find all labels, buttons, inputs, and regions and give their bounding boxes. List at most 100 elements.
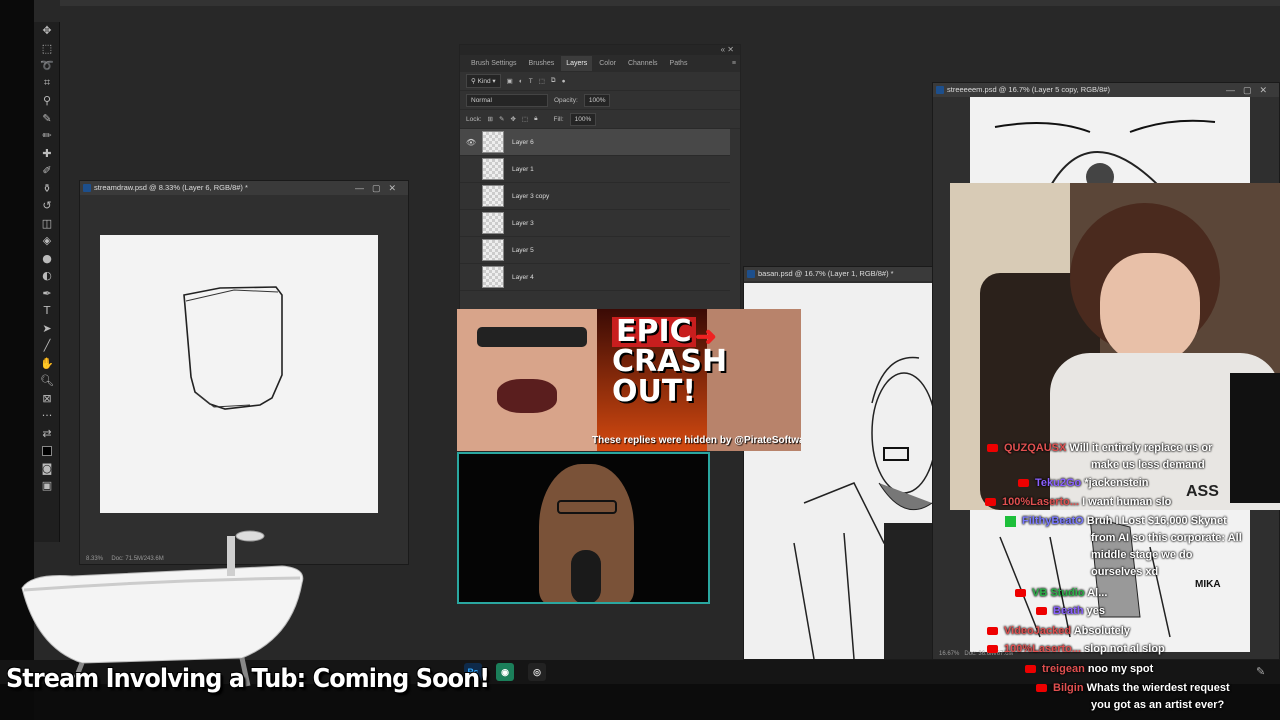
window-controls[interactable]: —▢✕ [1226,83,1275,97]
path-select-icon[interactable]: ➤ [34,320,60,338]
layer-row[interactable]: Layer 4 [460,264,730,291]
filter-smart-icon[interactable]: ⧉ [551,77,556,85]
stamp-tool-icon[interactable]: ⚱ [34,180,60,198]
panel-menu-icon[interactable]: ≡ [727,60,740,67]
blend-row: Normal Opacity: 100% [460,91,740,110]
doc-titlebar[interactable]: streeeeem.psd @ 16.7% (Layer 5 copy, RGB… [933,83,1279,97]
chat-user: Teku2Go [1035,477,1082,489]
tab-brush-settings[interactable]: Brush Settings [466,60,522,67]
chat-text: middle stage we do [1091,549,1193,561]
chat-user: treigean [1042,663,1085,675]
face-shape [1100,253,1200,363]
eraser-tool-icon[interactable]: ◫ [34,215,60,233]
screen-mode-icon[interactable]: ▣ [34,477,60,495]
doc-titlebar[interactable]: basan.psd @ 16.7% (Layer 1, RGB/8#) * [744,267,932,281]
tab-paths[interactable]: Paths [665,60,693,67]
dodge-tool-icon[interactable]: ◐ [34,267,60,285]
green-app-icon[interactable]: ◉ [496,663,514,681]
doc-title: streeeeem.psd @ 16.7% (Layer 5 copy, RGB… [947,85,1110,94]
filter-kind-select[interactable]: ⚲ Kind ▾ [466,74,501,88]
chat-user: Beath [1053,605,1084,617]
ps-file-icon [936,86,944,94]
ps-file-icon [747,270,755,278]
doc-titlebar[interactable]: streamdraw.psd @ 8.33% (Layer 6, RGB/8#)… [80,181,408,195]
visibility-eye-icon[interactable]: 👁︎ [460,138,482,147]
eyedropper-tool-icon[interactable]: ⚲ [34,92,60,110]
move-tool-icon[interactable]: ✥ [34,22,60,40]
window-controls[interactable]: —▢✕ [355,181,404,195]
glasses-shape [557,500,617,514]
frame-tool-icon[interactable]: ⊠ [34,390,60,408]
filter-adjust-icon[interactable]: ◐ [519,78,523,85]
filter-type-icon[interactable]: T [529,78,533,85]
zoom-tool-icon[interactable]: 🔍︎ [34,372,60,390]
filter-shape-icon[interactable]: ⬚ [539,77,545,85]
chat-user: 100%Laserto... [1004,643,1082,655]
sketch-shape [183,286,283,410]
layer-row[interactable]: Layer 1 [460,156,730,183]
chat-text: Bruh I Lost $16,000 Skynet [1086,515,1227,527]
marquee-tool-icon[interactable]: ⬚ [34,40,60,58]
bucket-tool-icon[interactable]: ◈ [34,232,60,250]
lock-position-icon[interactable]: ✥ [510,115,515,123]
tab-layers[interactable]: Layers [561,56,593,71]
pen-tool-icon[interactable]: ✒ [34,285,60,303]
layer-row[interactable]: 👁︎ Layer 6 [460,129,730,156]
more-tools-icon[interactable]: ··· [34,407,60,425]
chat-message: treigean noo my spot [1025,663,1153,675]
blend-mode-select[interactable]: Normal [466,93,548,107]
mixer-brush-icon[interactable]: ✐ [34,162,60,180]
lock-transparent-icon[interactable]: ⊞ [488,115,493,123]
layer-row[interactable]: Layer 3 copy [460,183,730,210]
chat-message: 100%Laserto... slop not al slop [987,643,1165,655]
hand-tool-icon[interactable]: ✋ [34,355,60,373]
blur-tool-icon[interactable]: ● [34,250,60,268]
filter-kind-value: Kind [477,78,491,85]
fill-field[interactable]: 100% [569,112,597,126]
line-tool-icon[interactable]: ╱ [34,337,60,355]
shirt-print: ASS [1186,483,1219,500]
color-swatches-icon[interactable] [34,442,60,460]
lasso-tool-icon[interactable]: ➰ [34,57,60,75]
svg-text:MIKA: MIKA [1195,579,1221,590]
fill-label: Fill: [553,115,564,123]
layer-name: Layer 3 copy [512,192,550,200]
lock-artboard-icon[interactable]: ⬚ [522,115,528,123]
zoom-level: 16.67% [939,651,960,657]
lock-pixels-icon[interactable]: ✎ [499,115,504,123]
swap-colors-icon[interactable]: ⇄ [34,425,60,443]
opacity-field[interactable]: 100% [583,93,611,107]
chat-text: yes [1086,605,1105,617]
pen-tray-icon[interactable]: ✎ [1256,665,1265,678]
crop-tool-icon[interactable]: ⌗ [34,75,60,93]
layer-row[interactable]: Layer 5 [460,237,730,264]
filter-toggle-icon[interactable]: ● [562,78,566,85]
layer-row[interactable]: Layer 3 [460,210,730,237]
youtube-icon [985,498,996,507]
youtube-icon [1018,479,1029,488]
chat-user: QUZQAUSX [1004,442,1067,454]
layer-thumbnail [482,266,504,288]
quick-mask-icon[interactable]: ◙ [34,460,60,478]
reaction-video [457,452,710,604]
brush-tool-icon[interactable]: ✎ [34,110,60,128]
drawing-canvas[interactable] [100,235,378,513]
pencil-tool-icon[interactable]: ✏ [34,127,60,145]
youtube-icon [987,627,998,636]
type-tool-icon[interactable]: T [34,302,60,320]
healing-tool-icon[interactable]: ✚ [34,145,60,163]
chat-user: Bilgin [1053,682,1084,694]
filter-pixel-icon[interactable]: ▣ [507,77,513,85]
chat-message: QUZQAUSX Will it entirely replace us or [987,442,1212,454]
tab-color[interactable]: Color [594,60,621,67]
tab-channels[interactable]: Channels [623,60,663,67]
obs-app-icon[interactable]: ◎ [528,663,546,681]
youtube-icon [1036,607,1047,616]
kick-icon [1005,515,1016,527]
panel-collapse[interactable]: « ✕ [460,45,740,55]
thumb-line-epic: EPIC [612,317,696,347]
history-brush-icon[interactable]: ↺ [34,197,60,215]
lock-all-icon[interactable]: 🔒︎ [534,115,537,123]
tab-brushes[interactable]: Brushes [524,60,560,67]
options-bar [60,0,1280,6]
